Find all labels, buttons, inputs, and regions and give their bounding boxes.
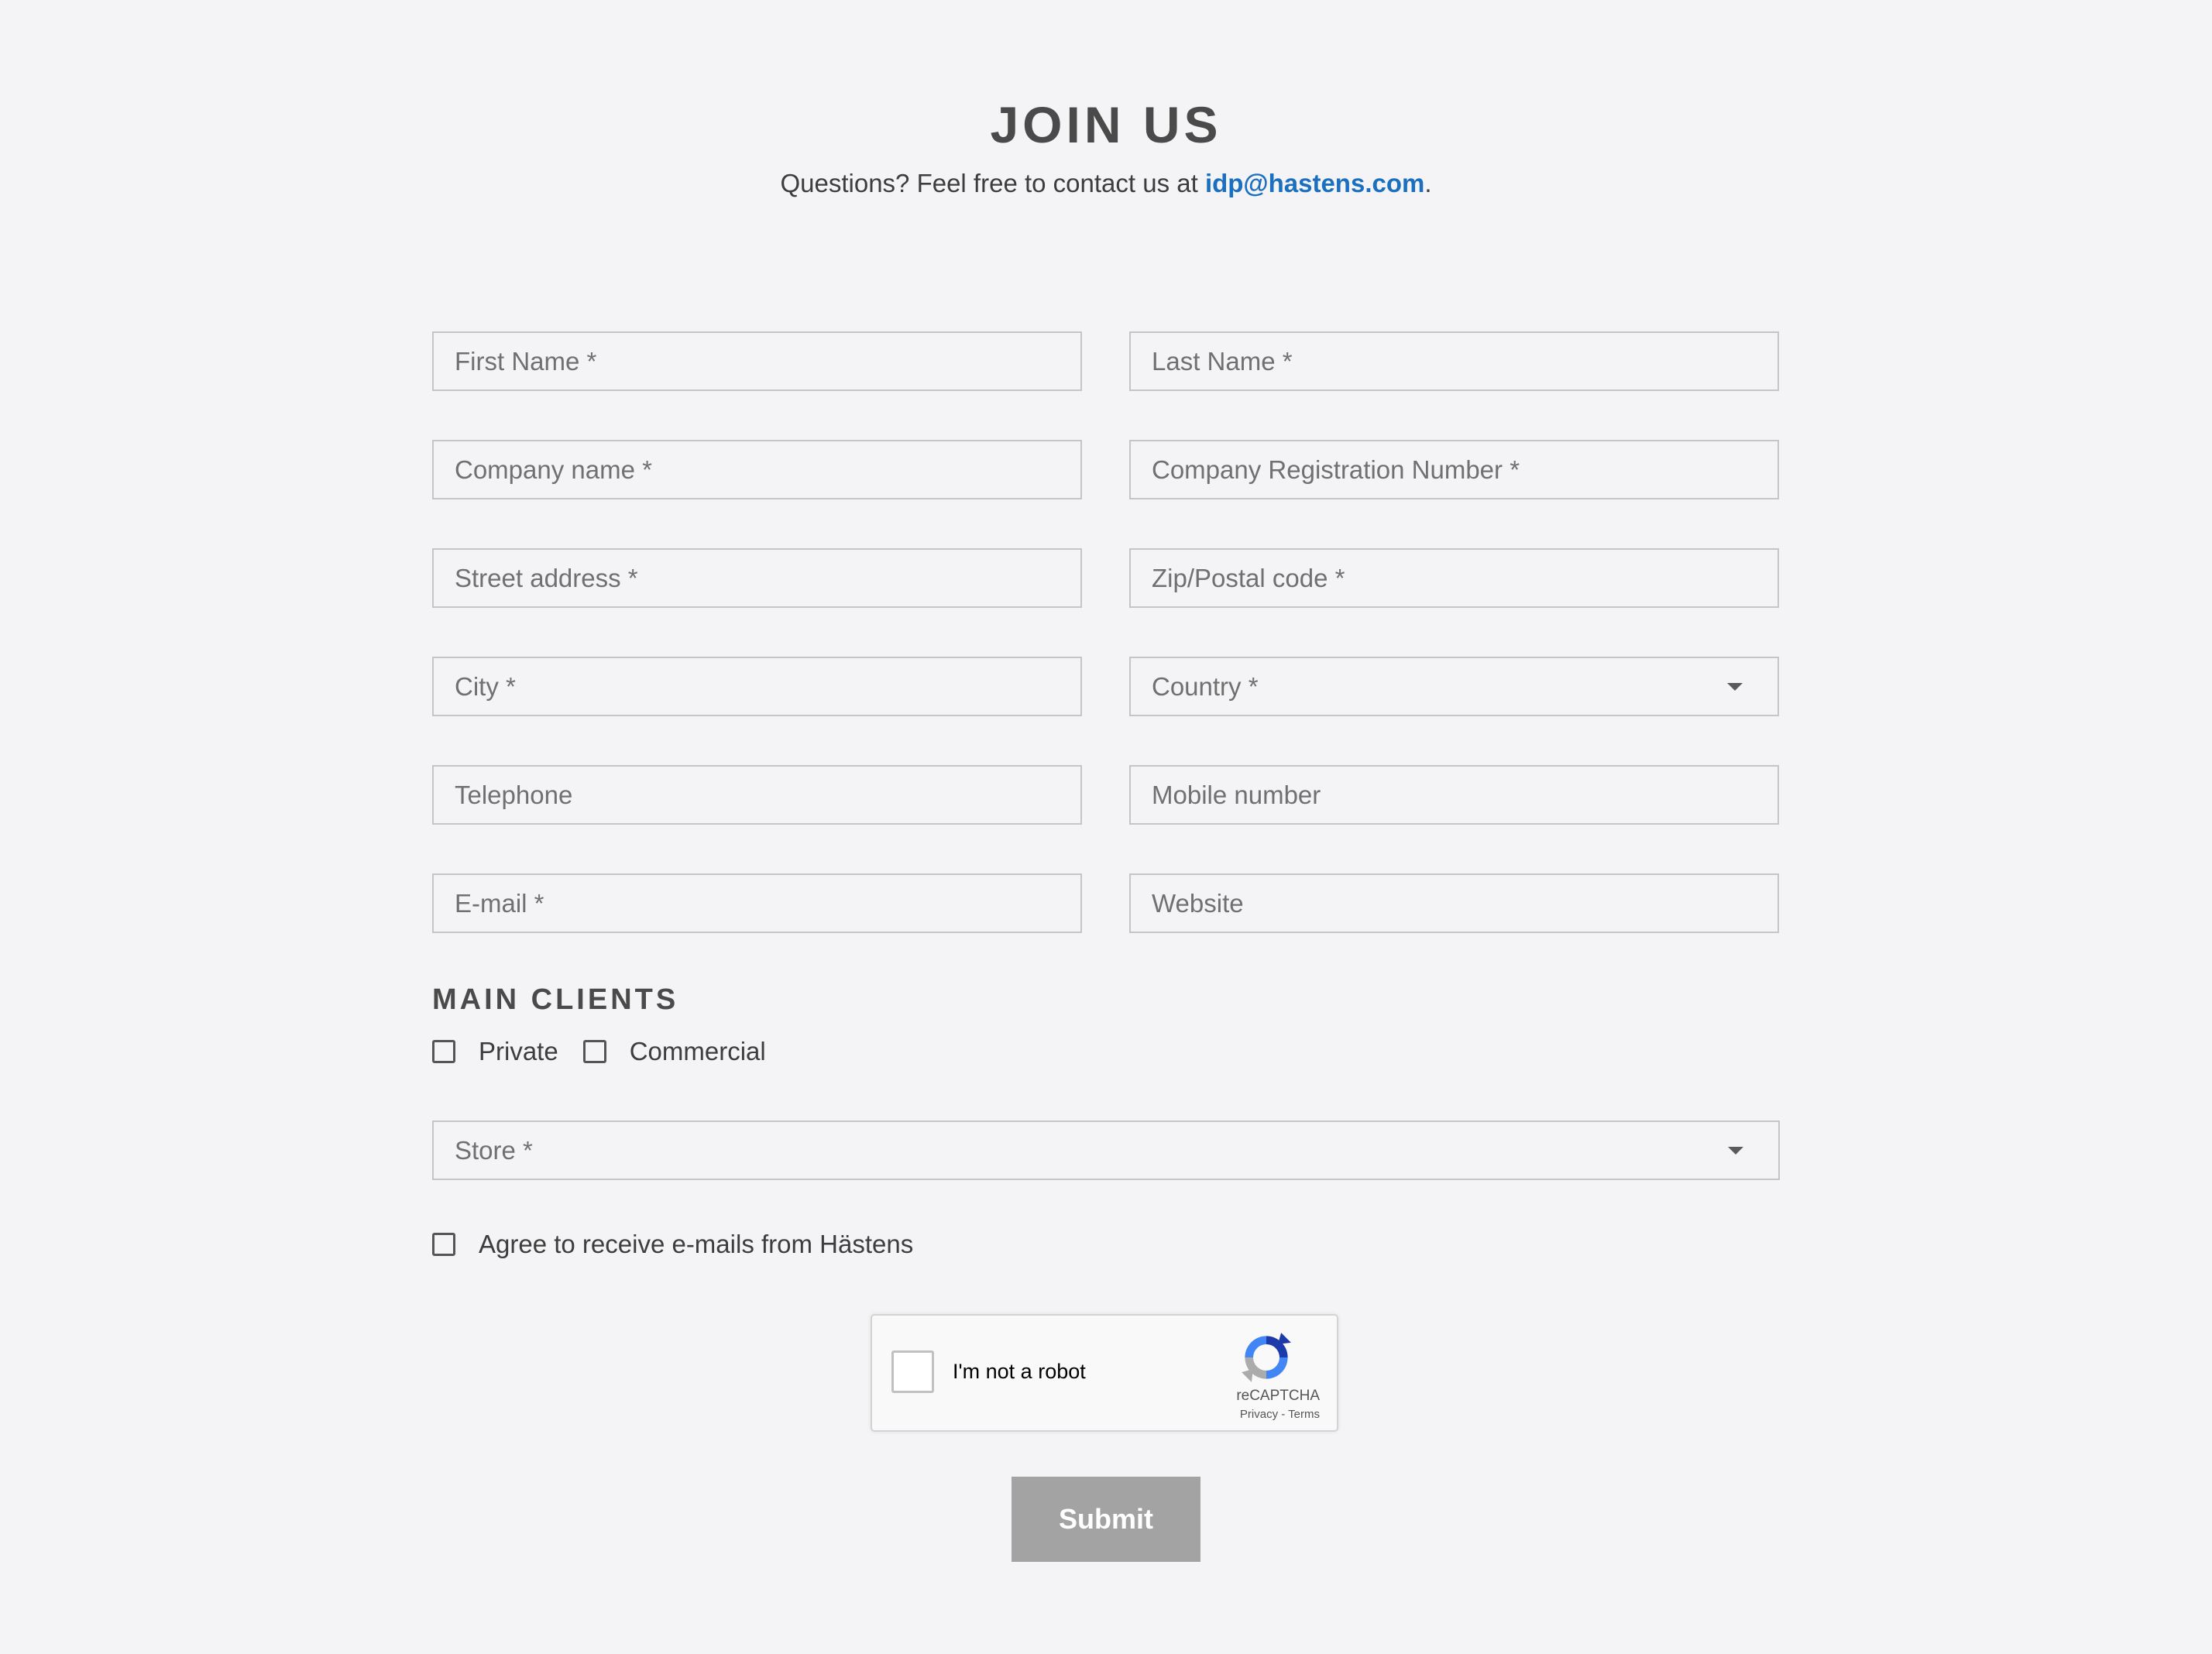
recaptcha-terms-link[interactable]: Terms xyxy=(1288,1408,1320,1421)
last-name-field-wrapper xyxy=(1129,331,1779,391)
zip-code-field-wrapper xyxy=(1129,548,1779,608)
recaptcha-links: Privacy - Terms xyxy=(1240,1407,1320,1422)
main-clients-heading: MAIN CLIENTS xyxy=(432,983,679,1016)
store-select-label: Store * xyxy=(455,1135,533,1165)
telephone-field-wrapper xyxy=(432,765,1082,825)
recaptcha-logo-icon xyxy=(1242,1333,1291,1382)
email-consent-label: Agree to receive e-mails from Hästens xyxy=(479,1230,914,1258)
first-name-field[interactable] xyxy=(434,333,1080,389)
contact-email-link[interactable]: idp@hastens.com xyxy=(1205,169,1424,197)
private-checkbox[interactable] xyxy=(432,1040,455,1063)
page-title: JOIN US xyxy=(990,96,1222,153)
street-address-field-wrapper xyxy=(432,548,1082,608)
recaptcha-checkbox[interactable] xyxy=(891,1350,934,1393)
last-name-field[interactable] xyxy=(1131,333,1778,389)
zip-code-field[interactable] xyxy=(1131,550,1778,606)
contact-suffix: . xyxy=(1424,169,1432,197)
recaptcha-label: I'm not a robot xyxy=(953,1360,1086,1383)
private-checkbox-label: Private xyxy=(479,1037,558,1065)
mobile-number-field[interactable] xyxy=(1131,767,1778,823)
recaptcha-brand: reCAPTCHA xyxy=(1236,1388,1320,1404)
recaptcha-widget: I'm not a robot reCAPTCHA Privacy - Term… xyxy=(871,1314,1338,1432)
main-clients-options: Private Commercial xyxy=(432,1036,791,1067)
website-field-wrapper xyxy=(1129,873,1779,933)
country-select[interactable]: Country * xyxy=(1129,657,1779,716)
company-reg-number-field-wrapper xyxy=(1129,440,1779,499)
join-form-page: JOIN US Questions? Feel free to contact … xyxy=(0,0,2212,1654)
email-field[interactable] xyxy=(434,875,1080,932)
company-name-field-wrapper xyxy=(432,440,1082,499)
city-field-wrapper xyxy=(432,657,1082,716)
chevron-down-icon xyxy=(1728,1146,1743,1155)
street-address-field[interactable] xyxy=(434,550,1080,606)
first-name-field-wrapper xyxy=(432,331,1082,391)
submit-button[interactable]: Submit xyxy=(1012,1477,1200,1562)
contact-prefix: Questions? Feel free to contact us at xyxy=(780,169,1205,197)
email-field-wrapper xyxy=(432,873,1082,933)
commercial-checkbox-label: Commercial xyxy=(629,1037,766,1065)
email-consent-row: Agree to receive e-mails from Hästens xyxy=(432,1229,938,1260)
telephone-field[interactable] xyxy=(434,767,1080,823)
recaptcha-privacy-link[interactable]: Privacy xyxy=(1240,1408,1278,1421)
website-field[interactable] xyxy=(1131,875,1778,932)
company-reg-number-field[interactable] xyxy=(1131,441,1778,498)
mobile-number-field-wrapper xyxy=(1129,765,1779,825)
email-consent-checkbox[interactable] xyxy=(432,1233,455,1256)
country-select-label: Country * xyxy=(1152,671,1259,701)
contact-text: Questions? Feel free to contact us at id… xyxy=(0,166,2212,201)
commercial-checkbox[interactable] xyxy=(582,1040,606,1063)
city-field[interactable] xyxy=(434,658,1080,715)
recaptcha-link-separator: - xyxy=(1278,1408,1289,1421)
company-name-field[interactable] xyxy=(434,441,1080,498)
store-select[interactable]: Store * xyxy=(432,1120,1780,1180)
chevron-down-icon xyxy=(1727,682,1743,691)
